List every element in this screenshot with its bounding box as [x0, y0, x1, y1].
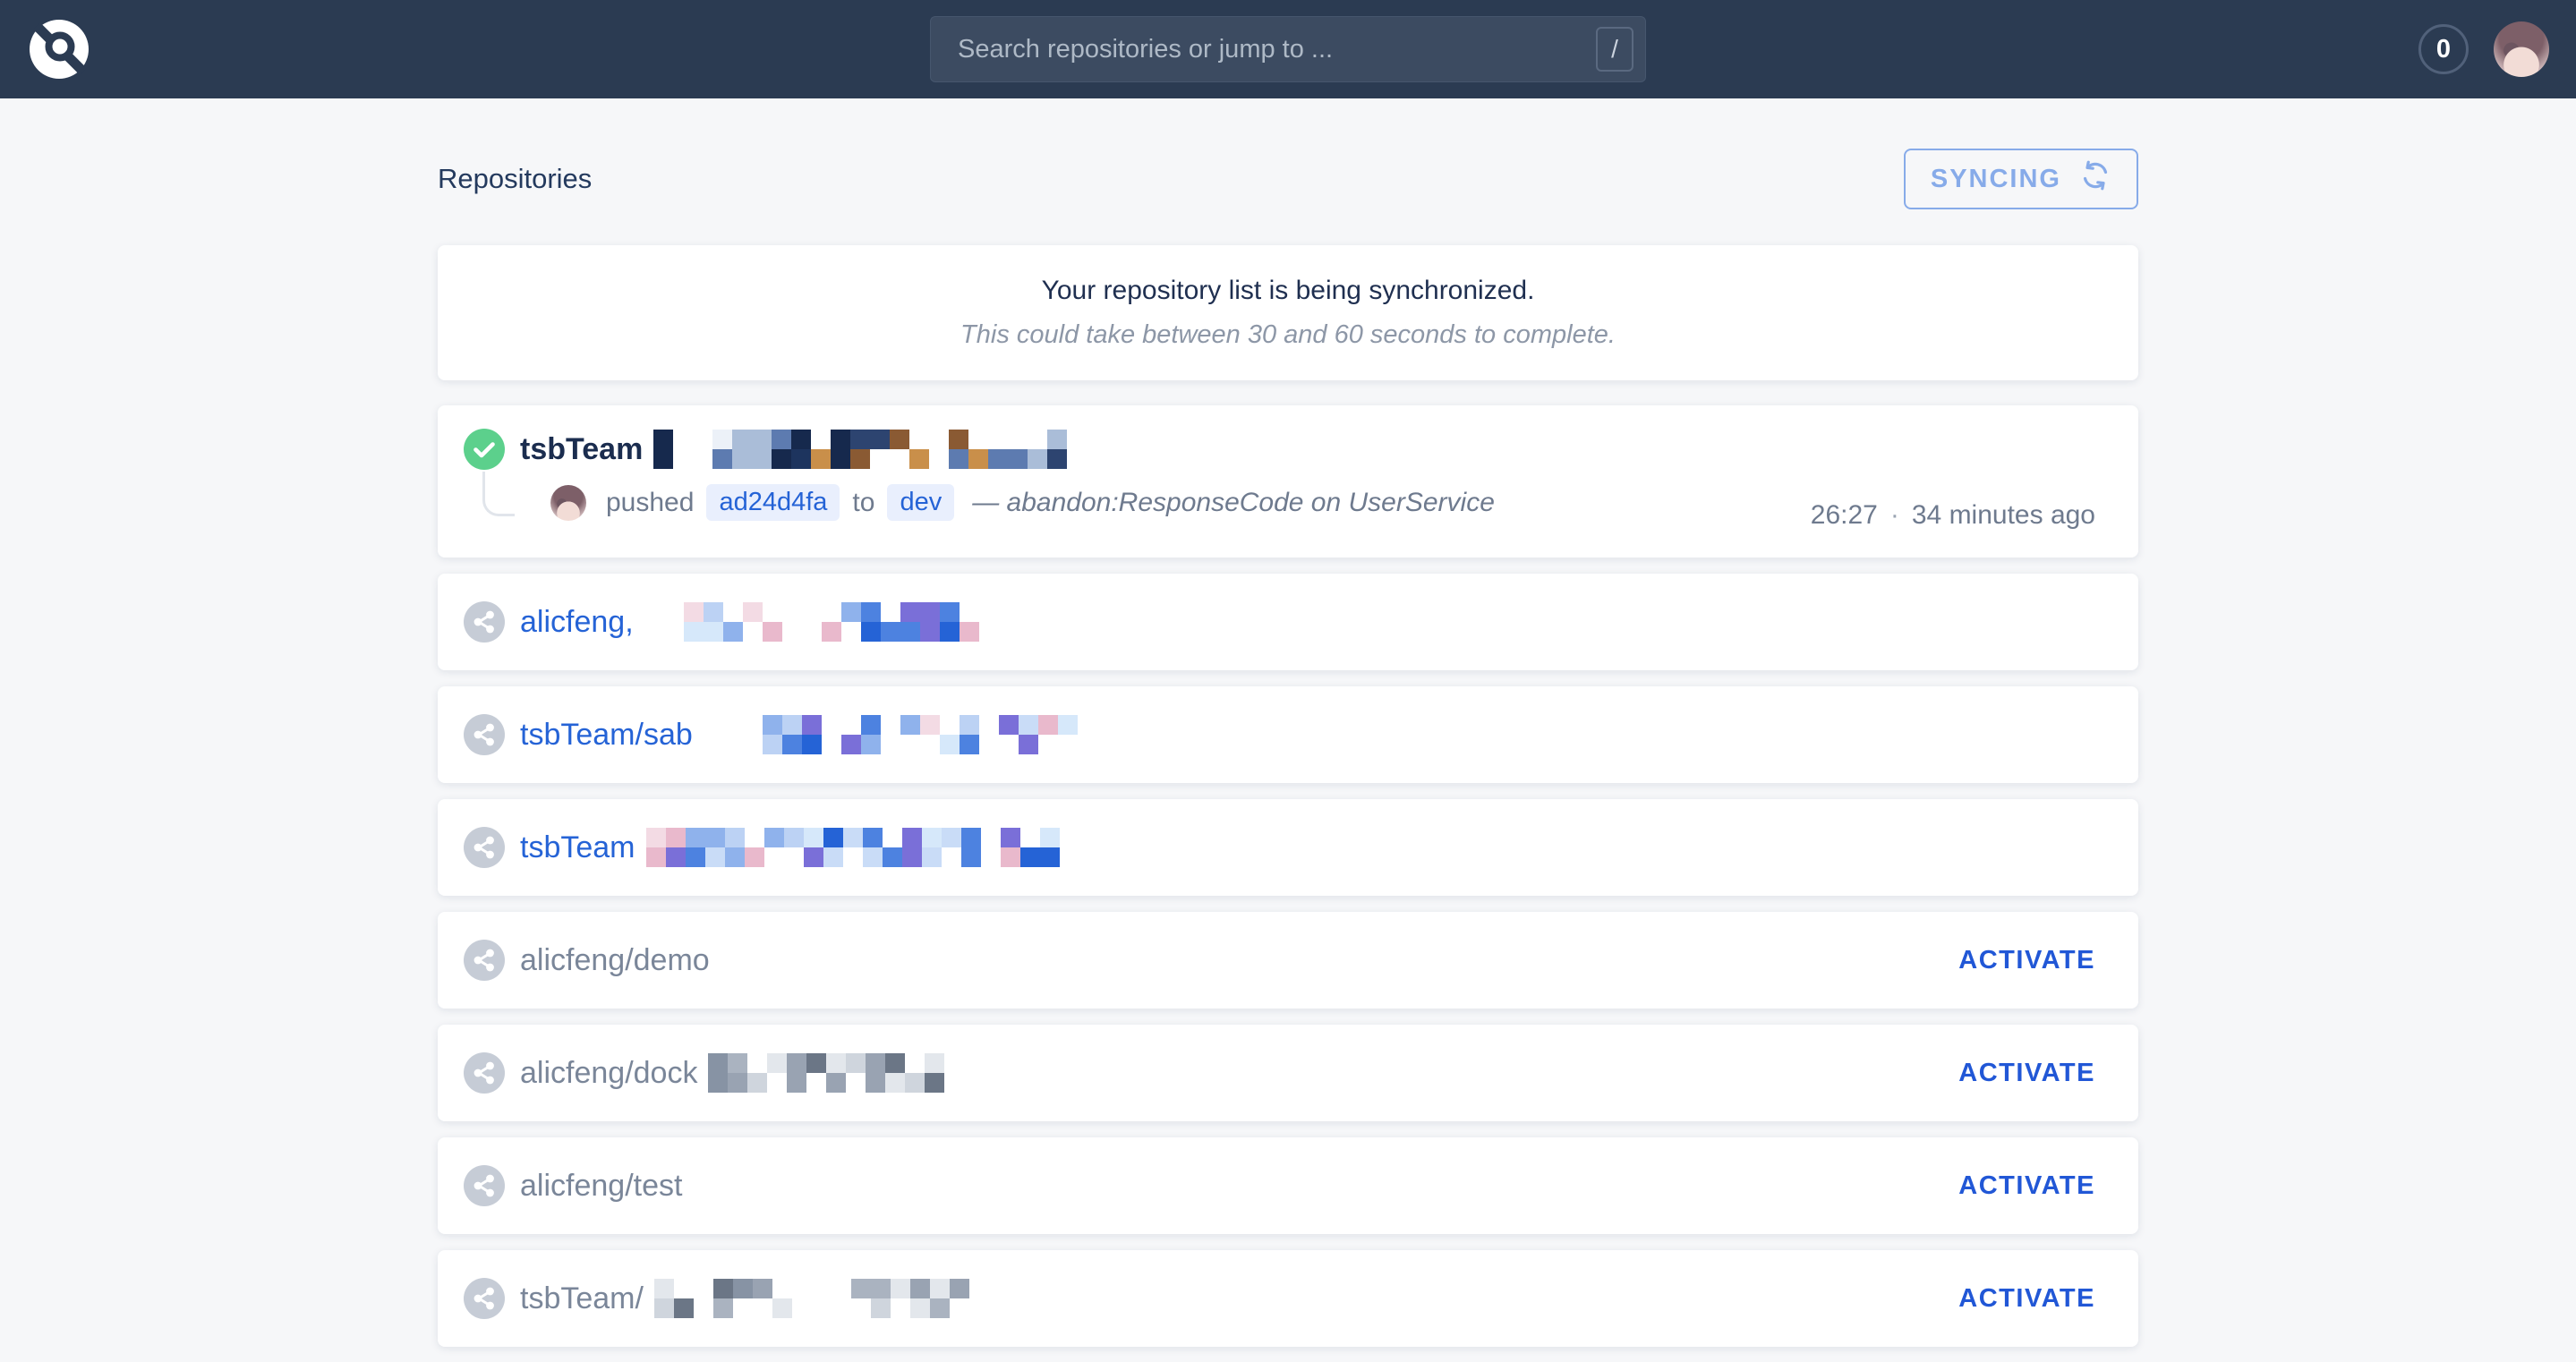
gray-share-circle-icon	[464, 940, 505, 981]
repo-row: alicfeng/test ACTIVATE	[438, 1137, 2138, 1234]
repo-name-link[interactable]: tsbTeam	[520, 830, 635, 865]
global-search: /	[930, 16, 1646, 82]
repo-row: alicfeng,	[438, 574, 2138, 670]
redacted-repo-name-pixels	[704, 715, 1097, 754]
repo-row: tsbTeam/sab	[438, 686, 2138, 783]
pusher-avatar	[550, 485, 586, 521]
repo-row-main-line: tsbTeam/sab	[464, 714, 2095, 755]
activate-button[interactable]: ACTIVATE	[1958, 946, 2095, 975]
activity-action: pushed	[606, 488, 694, 518]
search-input[interactable]	[930, 16, 1646, 82]
sync-notice-title: Your repository list is being synchroniz…	[438, 276, 2138, 306]
activity-to-word: to	[852, 488, 874, 518]
repo-row-main-line: tsbTeam	[464, 429, 2095, 470]
repo-row: alicfeng/dock ACTIVATE	[438, 1025, 2138, 1121]
repo-row: tsbTeam pushed ad24d4fa to dev — abandon…	[438, 405, 2138, 558]
build-time: 26:27 · 34 minutes ago	[1811, 500, 2095, 531]
repo-list: tsbTeam pushed ad24d4fa to dev — abandon…	[438, 405, 2138, 1347]
shutter-search-logo-icon	[27, 71, 91, 84]
green-check-circle-icon	[464, 429, 505, 470]
repo-name-link[interactable]: alicfeng/demo	[520, 943, 710, 978]
activate-button[interactable]: ACTIVATE	[1958, 1284, 2095, 1314]
syncing-button-label: SYNCING	[1931, 165, 2061, 194]
time-separator: ·	[1890, 500, 1899, 530]
repo-row-main-line: alicfeng/test	[464, 1165, 1958, 1206]
repo-name-link[interactable]: tsbTeam	[520, 432, 643, 467]
top-navbar: / 0	[0, 0, 2576, 98]
gray-share-circle-icon	[464, 601, 505, 643]
activate-button[interactable]: ACTIVATE	[1958, 1171, 2095, 1201]
repo-row-main-line: alicfeng/demo	[464, 940, 1958, 981]
gray-share-circle-icon	[464, 827, 505, 868]
refresh-arrows-icon	[2079, 159, 2111, 199]
activity-connector-line	[482, 472, 515, 516]
main-content: Repositories SYNCING Your repository lis…	[438, 149, 2138, 1347]
redacted-repo-name-pixels	[708, 1053, 964, 1093]
sync-notice-subtitle: This could take between 30 and 60 second…	[438, 320, 2138, 350]
time-ago: 34 minutes ago	[1912, 500, 2095, 530]
repo-name-link[interactable]: tsbTeam/sab	[520, 718, 693, 753]
activate-button[interactable]: ACTIVATE	[1958, 1059, 2095, 1088]
repo-row: tsbTeam	[438, 799, 2138, 896]
navbar-right: 0	[2418, 21, 2549, 77]
repo-name-link[interactable]: tsbTeam/	[520, 1281, 644, 1316]
build-duration: 26:27	[1811, 500, 1878, 530]
commit-message: — abandon:ResponseCode on UserService	[972, 488, 1495, 518]
sync-notice-card: Your repository list is being synchroniz…	[438, 245, 2138, 380]
repo-name-link[interactable]: alicfeng/dock	[520, 1056, 697, 1091]
repo-name-link[interactable]: alicfeng/test	[520, 1169, 682, 1204]
redacted-repo-name-pixels	[644, 602, 979, 642]
gray-share-circle-icon	[464, 1052, 505, 1094]
syncing-button[interactable]: SYNCING	[1904, 149, 2138, 209]
redacted-repo-name-pixels	[654, 1279, 969, 1318]
repo-row: tsbTeam/ ACTIVATE	[438, 1250, 2138, 1347]
repo-row-main-line: tsbTeam/	[464, 1278, 1958, 1319]
repo-row-main-line: tsbTeam	[464, 827, 2095, 868]
repo-row: alicfeng/demo ACTIVATE	[438, 912, 2138, 1009]
repo-row-main-line: alicfeng,	[464, 601, 2095, 643]
gray-share-circle-icon	[464, 714, 505, 755]
branch-link[interactable]: dev	[887, 484, 954, 521]
commit-hash-link[interactable]: ad24d4fa	[706, 484, 840, 521]
page-title: Repositories	[438, 163, 592, 195]
repo-row-main-line: alicfeng/dock	[464, 1052, 1958, 1094]
app-logo-button[interactable]	[27, 17, 91, 81]
user-avatar[interactable]	[2494, 21, 2549, 77]
slash-shortcut-key: /	[1596, 27, 1633, 72]
repo-name-link[interactable]: alicfeng,	[520, 605, 634, 640]
gray-share-circle-icon	[464, 1165, 505, 1206]
gray-share-circle-icon	[464, 1278, 505, 1319]
redacted-repo-name-pixels	[646, 828, 1060, 867]
page-head: Repositories SYNCING	[438, 149, 2138, 209]
redacted-repo-name-pixels	[653, 430, 1087, 469]
notifications-badge[interactable]: 0	[2418, 24, 2469, 74]
